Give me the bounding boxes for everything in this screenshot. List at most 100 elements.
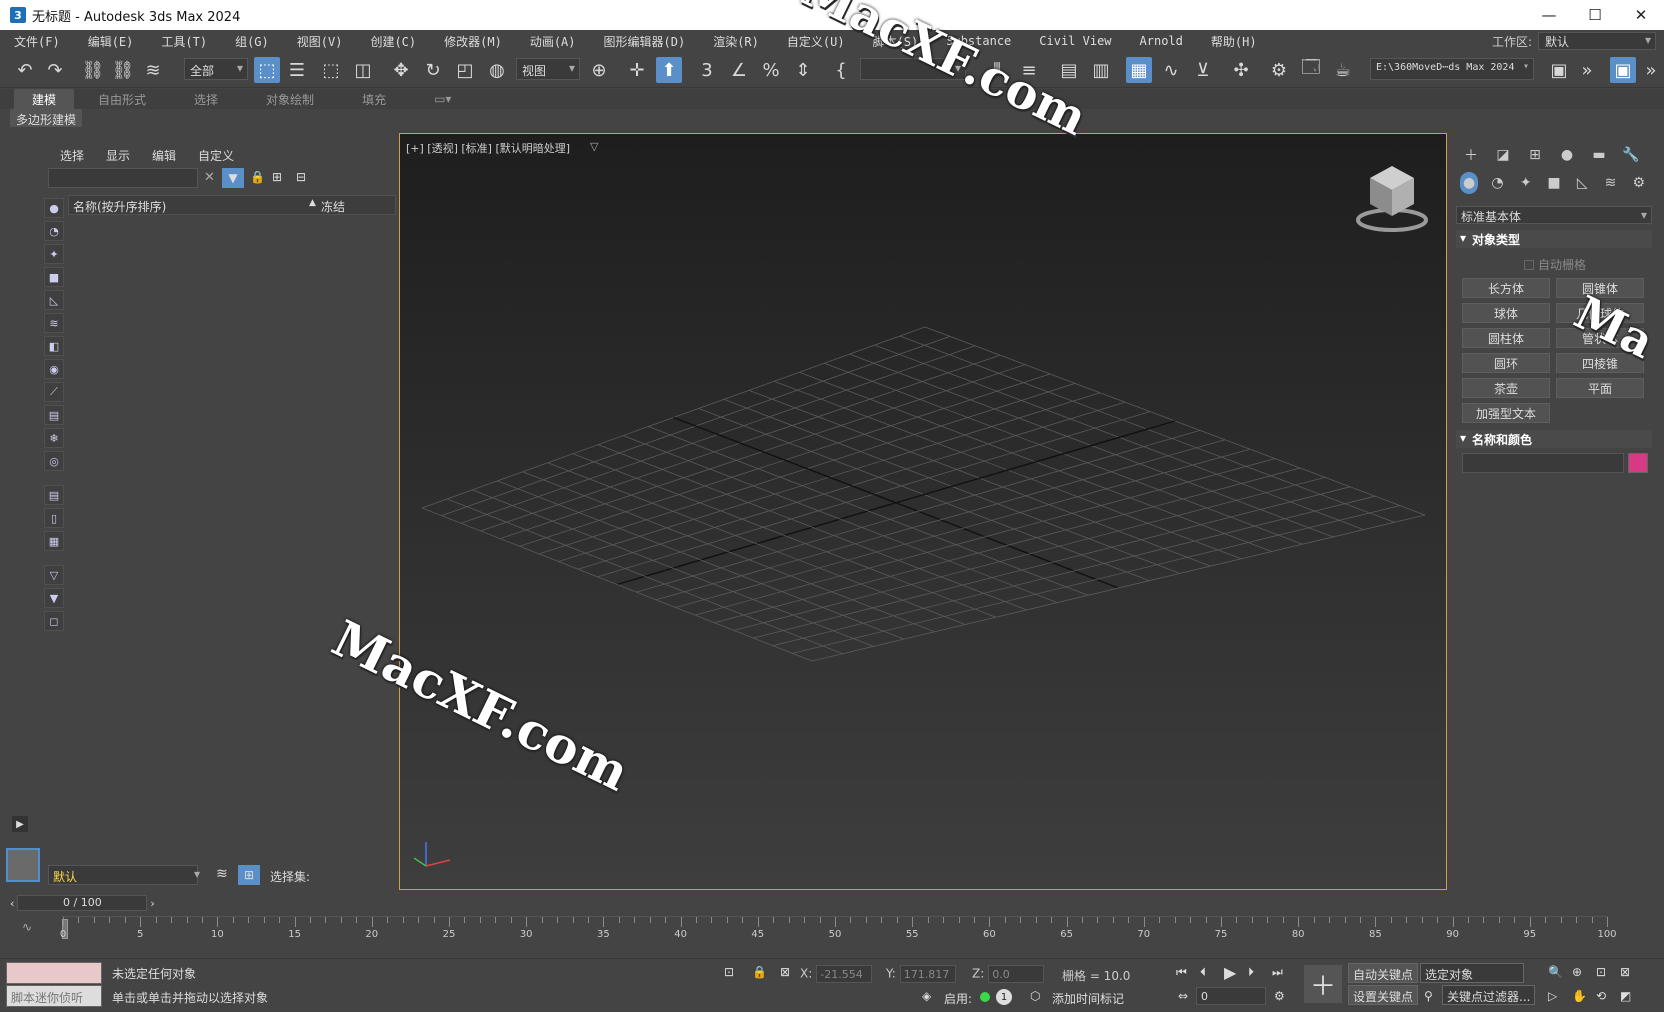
pivot-center-icon[interactable]: ⊕ bbox=[586, 57, 612, 83]
snaps-toggle-icon[interactable]: 3 bbox=[694, 57, 720, 83]
menu-scripting[interactable]: 脚本(S) bbox=[859, 33, 933, 50]
maximize-icon[interactable]: ☐ bbox=[1572, 0, 1618, 30]
scene-explorer-icon[interactable]: ▤ bbox=[1056, 57, 1082, 83]
lights-filter-icon[interactable]: ✦ bbox=[44, 244, 64, 264]
orbit-icon[interactable]: ⟲ bbox=[1596, 989, 1606, 1003]
cylinder-button[interactable]: 圆柱体 bbox=[1462, 328, 1550, 348]
menu-edit[interactable]: 编辑(E) bbox=[74, 33, 148, 50]
zoom-extents-all-icon[interactable]: ⊠ bbox=[1620, 965, 1630, 979]
object-category-dropdown[interactable]: 标准基本体 bbox=[1456, 206, 1652, 224]
name-color-rollout[interactable]: 名称和颜色 bbox=[1456, 430, 1652, 448]
isolate-icon[interactable]: ⊡ bbox=[724, 965, 734, 979]
key-mode-icon[interactable]: ⇔ bbox=[1178, 989, 1188, 1003]
menu-animation[interactable]: 动画(A) bbox=[516, 33, 590, 50]
spacewarps-icon[interactable]: ≋ bbox=[1601, 172, 1619, 194]
menu-file[interactable]: 文件(F) bbox=[0, 33, 74, 50]
object-type-rollout[interactable]: 对象类型 bbox=[1456, 230, 1652, 248]
y-coord-field[interactable]: 171.817 bbox=[899, 965, 956, 983]
motion-tab-icon[interactable]: ● bbox=[1556, 144, 1578, 166]
x-coord-field[interactable]: -21.554 bbox=[816, 965, 873, 983]
object-name-input[interactable] bbox=[1462, 453, 1624, 473]
menu-views[interactable]: 视图(V) bbox=[283, 33, 357, 50]
collapse-icon[interactable]: ⊟ bbox=[296, 170, 306, 184]
ribbon-tab-populate[interactable]: 填充 bbox=[338, 91, 410, 108]
layers-icon[interactable]: ≋ bbox=[216, 866, 228, 882]
current-layer-dropdown[interactable]: 默认 bbox=[48, 865, 198, 885]
menu-tools[interactable]: 工具(T) bbox=[147, 33, 221, 50]
set-key-button[interactable]: 设置关键点 bbox=[1348, 985, 1419, 1005]
mirror-icon[interactable]: ⫴ bbox=[984, 57, 1010, 83]
torus-button[interactable]: 圆环 bbox=[1462, 353, 1550, 373]
fov-icon[interactable]: ▷ bbox=[1548, 989, 1557, 1003]
frozen-filter-icon[interactable]: ❄ bbox=[44, 428, 64, 448]
set-key-big-icon[interactable]: ＋ bbox=[1304, 965, 1342, 1003]
perspective-viewport[interactable]: [+] [透视] [标准] [默认明暗处理] ▽ bbox=[399, 133, 1447, 890]
zoom-all-icon[interactable]: ⊕ bbox=[1572, 965, 1582, 979]
close-icon[interactable]: ✕ bbox=[1618, 0, 1664, 30]
box-button[interactable]: 长方体 bbox=[1462, 278, 1550, 298]
place-icon[interactable]: ◍ bbox=[484, 57, 510, 83]
display-none-icon[interactable]: ▯ bbox=[44, 508, 64, 528]
goto-end-icon[interactable]: ⏭ bbox=[1272, 965, 1283, 980]
sphere-button[interactable]: 球体 bbox=[1462, 303, 1550, 323]
absolute-mode-icon[interactable]: ⊠ bbox=[780, 965, 790, 979]
autogrid-checkbox[interactable]: 自动栅格 bbox=[1524, 256, 1586, 273]
timeline-track[interactable]: 0 5 10 15 20 25 30 35 40 45 50 55 60 65 70 75 80 85 90 95 10… bbox=[60, 916, 1617, 944]
ribbon-subtab-poly-modeling[interactable]: 多边形建模 bbox=[10, 109, 82, 127]
filter-icon[interactable]: ▼ bbox=[222, 168, 244, 188]
pyramid-button[interactable]: 四棱锥 bbox=[1556, 353, 1644, 373]
keyboard-shortcut-override-icon[interactable]: ⬆ bbox=[656, 57, 682, 83]
clear-search-icon[interactable]: ✕ bbox=[204, 170, 215, 185]
scale-icon[interactable]: ◰ bbox=[452, 57, 478, 83]
ribbon-tab-selection[interactable]: 选择 bbox=[170, 91, 242, 108]
toggle-ribbon-icon[interactable]: ▦ bbox=[1126, 57, 1152, 83]
z-coord-field[interactable]: 0.0 bbox=[988, 965, 1045, 983]
display-tab-icon[interactable]: ▬ bbox=[1588, 144, 1610, 166]
ribbon-tab-freeform[interactable]: 自由形式 bbox=[74, 91, 170, 108]
bucket-icon[interactable]: ◻ bbox=[44, 611, 64, 631]
textplus-button[interactable]: 加强型文本 bbox=[1462, 403, 1550, 423]
menu-group[interactable]: 组(G) bbox=[221, 33, 283, 50]
project-icon[interactable]: ▣ bbox=[1546, 57, 1572, 83]
geosphere-button[interactable]: 几何球体 bbox=[1556, 303, 1644, 323]
workspace-dropdown[interactable]: 默认 bbox=[1538, 32, 1656, 50]
display-invert-icon[interactable]: ▦ bbox=[44, 531, 64, 551]
menu-civil-view[interactable]: Civil View bbox=[1025, 34, 1125, 48]
zoom-icon[interactable]: 🔍 bbox=[1548, 965, 1563, 979]
scene-menu-display[interactable]: 显示 bbox=[106, 147, 130, 164]
menu-substance[interactable]: Substance bbox=[932, 34, 1025, 48]
scene-menu-customize[interactable]: 自定义 bbox=[198, 147, 234, 164]
current-frame-field[interactable]: 0 bbox=[1196, 987, 1266, 1005]
xrefs-filter-icon[interactable]: ◉ bbox=[44, 359, 64, 379]
key-selection-dropdown[interactable]: 选定对象 bbox=[1420, 963, 1524, 983]
named-selection-dropdown[interactable] bbox=[860, 58, 966, 80]
layer-explorer-icon[interactable]: ▥ bbox=[1088, 57, 1114, 83]
plane-button[interactable]: 平面 bbox=[1556, 378, 1644, 398]
selection-filter-icon[interactable]: ▽ bbox=[44, 565, 64, 585]
viewcube-icon[interactable] bbox=[1352, 162, 1432, 232]
prev-key-icon[interactable]: ⏴ bbox=[1200, 965, 1206, 980]
hierarchy-icon[interactable]: ⊞ bbox=[272, 170, 282, 184]
containers-filter-icon[interactable]: ▤ bbox=[44, 405, 64, 425]
groups-filter-icon[interactable]: ◧ bbox=[44, 336, 64, 356]
menu-rendering[interactable]: 渲染(R) bbox=[699, 33, 773, 50]
col-name[interactable]: 名称(按升序排序) bbox=[73, 200, 166, 214]
selection-lock-icon[interactable]: 🔒 bbox=[752, 965, 767, 979]
mini-curve-editor-icon[interactable]: ∿ bbox=[22, 920, 32, 934]
info-icon[interactable]: 1 bbox=[996, 989, 1012, 1005]
hierarchy-tab-icon[interactable]: ⊞ bbox=[1524, 144, 1546, 166]
ref-coord-dropdown[interactable]: 视图 bbox=[516, 58, 580, 80]
hidden-filter-icon[interactable]: ◎ bbox=[44, 451, 64, 471]
edit-named-selection-icon[interactable]: { bbox=[828, 57, 854, 83]
select-by-name-icon[interactable]: ☰ bbox=[284, 57, 310, 83]
undo-icon[interactable]: ↶ bbox=[12, 57, 38, 83]
object-color-swatch[interactable] bbox=[1628, 453, 1648, 473]
rendered-frame-window-icon[interactable]: 🗔 bbox=[1298, 57, 1324, 83]
cameras-filter-icon[interactable]: ■ bbox=[44, 267, 64, 287]
adaptive-degradation-icon[interactable]: ◈ bbox=[922, 989, 931, 1003]
angle-snap-icon[interactable]: ∠ bbox=[726, 57, 752, 83]
lights-icon[interactable]: ✦ bbox=[1517, 172, 1535, 194]
window-crossing-icon[interactable]: ◫ bbox=[350, 57, 376, 83]
select-manipulate-icon[interactable]: ✛ bbox=[624, 57, 650, 83]
time-slider[interactable]: ‹ 0 / 100 › bbox=[10, 894, 166, 912]
